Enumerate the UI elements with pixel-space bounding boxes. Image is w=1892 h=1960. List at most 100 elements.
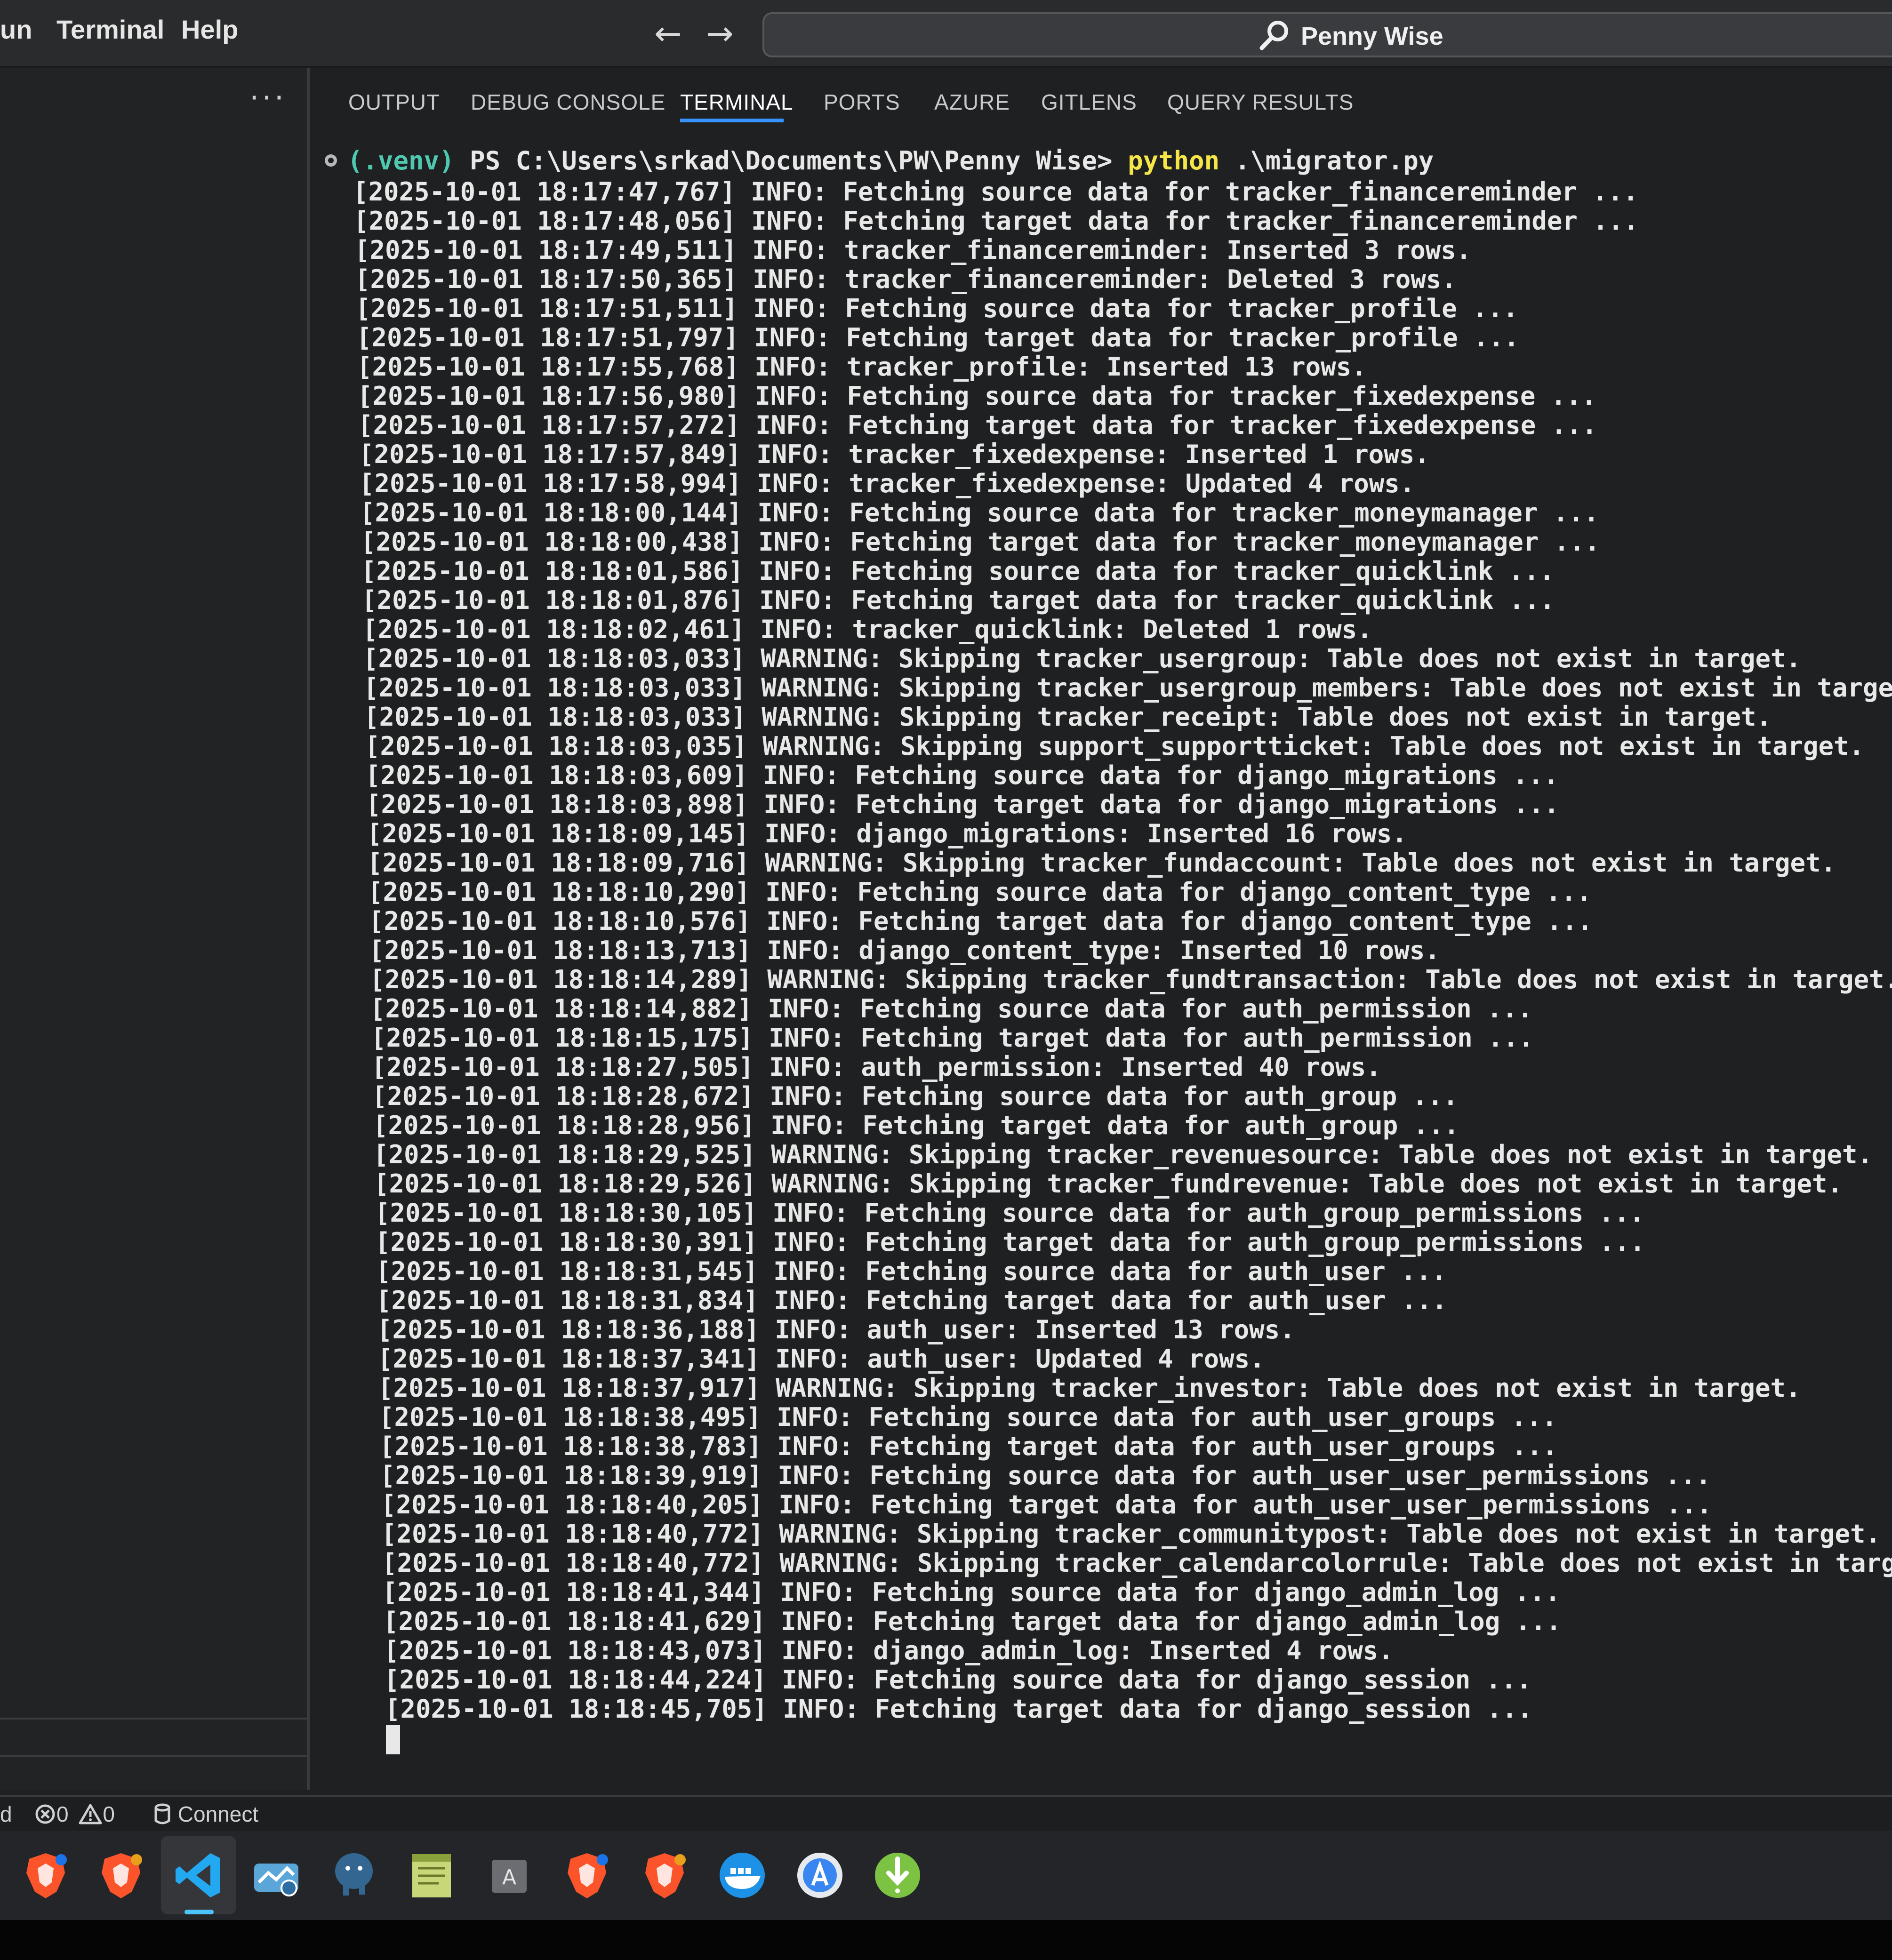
terminal-line: [2025-10-01 18:18:13,713] INFO: django_c… <box>369 936 1440 965</box>
terminal-line: [2025-10-01 18:18:14,882] INFO: Fetching… <box>370 994 1533 1024</box>
terminal-line: [2025-10-01 18:18:03,035] WARNING: Skipp… <box>365 731 1865 761</box>
font-viewer-icon[interactable]: A <box>483 1849 535 1901</box>
network-tool-icon[interactable] <box>250 1849 302 1901</box>
terminal-line: [2025-10-01 18:18:15,175] INFO: Fetching… <box>371 1023 1534 1053</box>
terminal-cursor <box>386 1725 400 1754</box>
tab-gitlens[interactable]: GITLENS <box>1041 89 1137 115</box>
terminal-line: [2025-10-01 18:18:30,391] INFO: Fetching… <box>375 1227 1645 1257</box>
venv-label: (.venv) <box>347 146 455 176</box>
terminal-prompt: (.venv) PS C:\Users\srkad\Documents\PW\P… <box>325 146 1434 176</box>
terminal-line: [2025-10-01 18:18:27,505] INFO: auth_per… <box>371 1052 1381 1082</box>
terminal-line: [2025-10-01 18:18:03,898] INFO: Fetching… <box>366 790 1559 819</box>
tab-query-results[interactable]: QUERY RESULTS <box>1167 89 1354 115</box>
prompt-path: PS C:\Users\srkad\Documents\PW\Penny Wis… <box>454 146 1128 176</box>
terminal-line: [2025-10-01 18:18:41,629] INFO: Fetching… <box>383 1607 1562 1636</box>
terminal-line: [2025-10-01 18:17:50,365] INFO: tracker_… <box>355 264 1457 294</box>
terminal-line: [2025-10-01 18:18:29,525] WARNING: Skipp… <box>373 1140 1873 1169</box>
tab-ports[interactable]: PORTS <box>824 89 900 115</box>
active-tab-underline <box>680 119 784 122</box>
torrent-icon[interactable] <box>872 1849 923 1901</box>
warning-icon <box>79 1804 102 1824</box>
terminal-line: [2025-10-01 18:18:38,495] INFO: Fetching… <box>379 1402 1557 1432</box>
error-count: 0 <box>56 1802 69 1826</box>
tab-azure[interactable]: AZURE <box>934 89 1010 115</box>
status-bar: d 0 0 Connect <box>0 1795 1892 1832</box>
terminal-line: [2025-10-01 18:18:10,576] INFO: Fetching… <box>369 906 1593 936</box>
docker-icon[interactable] <box>716 1849 768 1901</box>
more-actions-icon[interactable]: ··· <box>249 81 287 116</box>
terminal-line: [2025-10-01 18:18:03,033] WARNING: Skipp… <box>363 673 1892 703</box>
terminal-line: [2025-10-01 18:18:31,834] INFO: Fetching… <box>376 1286 1447 1315</box>
svg-text:A: A <box>502 1865 516 1889</box>
terminal-output[interactable]: (.venv) PS C:\Users\srkad\Documents\PW\P… <box>311 138 1892 1795</box>
title-bar: un Terminal Help ← → Penny Wise <box>0 0 1892 68</box>
postgresql-icon[interactable] <box>328 1849 380 1901</box>
brave-browser-icon[interactable] <box>95 1849 147 1901</box>
brave-browser-icon[interactable] <box>20 1849 72 1901</box>
terminal-line: [2025-10-01 18:18:29,526] WARNING: Skipp… <box>374 1169 1843 1199</box>
tab-output[interactable]: OUTPUT <box>348 89 440 115</box>
terminal-line: [2025-10-01 18:18:00,438] INFO: Fetching… <box>361 527 1600 557</box>
tab-debug-console[interactable]: DEBUG CONSOLE <box>471 89 665 115</box>
terminal-line: [2025-10-01 18:18:37,917] WARNING: Skipp… <box>378 1373 1801 1403</box>
forward-arrow-icon[interactable]: → <box>706 14 734 53</box>
connect-button[interactable]: Connect <box>153 1801 258 1827</box>
warning-count: 0 <box>103 1802 115 1826</box>
terminal-line: [2025-10-01 18:18:28,672] INFO: Fetching… <box>372 1081 1459 1111</box>
connect-label: Connect <box>177 1802 259 1826</box>
terminal-line: [2025-10-01 18:17:51,511] INFO: Fetching… <box>355 294 1518 323</box>
app-store-icon[interactable] <box>794 1849 846 1901</box>
terminal-line: [2025-10-01 18:18:09,716] WARNING: Skipp… <box>367 848 1836 878</box>
terminal-line: [2025-10-01 18:18:03,609] INFO: Fetching… <box>365 760 1559 790</box>
menu-help[interactable]: Help <box>181 14 238 45</box>
terminal-line: [2025-10-01 18:18:01,876] INFO: Fetching… <box>361 585 1555 615</box>
command-center-search[interactable]: Penny Wise <box>762 12 1892 57</box>
terminal-line: [2025-10-01 18:17:48,056] INFO: Fetching… <box>353 206 1639 236</box>
taskbar: A <box>0 1831 1892 1920</box>
terminal-line: [2025-10-01 18:18:01,586] INFO: Fetching… <box>361 556 1555 586</box>
terminal-line: [2025-10-01 18:18:40,772] WARNING: Skipp… <box>381 1519 1881 1549</box>
terminal-line: [2025-10-01 18:17:56,980] INFO: Fetching… <box>357 381 1597 411</box>
vscode-icon[interactable] <box>173 1849 224 1901</box>
brave-browser-icon[interactable] <box>639 1849 690 1901</box>
brave-browser-icon[interactable] <box>561 1849 613 1901</box>
database-icon <box>154 1803 170 1824</box>
terminal-line: [2025-10-01 18:18:43,073] INFO: django_a… <box>384 1636 1394 1665</box>
search-icon <box>1256 19 1294 55</box>
sidebar-divider <box>0 1718 307 1720</box>
active-app-indicator <box>184 1910 214 1914</box>
terminal-line: [2025-10-01 18:18:40,205] INFO: Fetching… <box>381 1490 1712 1520</box>
terminal-line: [2025-10-01 18:18:36,188] INFO: auth_use… <box>377 1315 1295 1344</box>
back-arrow-icon[interactable]: ← <box>654 14 682 53</box>
terminal-line: [2025-10-01 18:17:47,767] INFO: Fetching… <box>353 177 1638 207</box>
terminal-line: [2025-10-01 18:18:44,224] INFO: Fetching… <box>384 1665 1532 1695</box>
tab-terminal[interactable]: TERMINAL <box>680 89 794 115</box>
prompt-args: .\migrator.py <box>1219 146 1434 176</box>
menu-run[interactable]: un <box>0 14 32 45</box>
notepad-icon[interactable] <box>406 1849 457 1901</box>
status-fragment: d <box>0 1802 12 1826</box>
terminal-line: [2025-10-01 18:17:51,797] INFO: Fetching… <box>356 323 1519 352</box>
terminal-line: [2025-10-01 18:17:49,511] INFO: tracker_… <box>354 235 1472 265</box>
sidebar: ··· <box>0 68 310 1790</box>
terminal-line: [2025-10-01 18:17:58,994] INFO: tracker_… <box>359 469 1415 498</box>
terminal-line: [2025-10-01 18:18:30,105] INFO: Fetching… <box>375 1198 1645 1228</box>
terminal-line: [2025-10-01 18:17:55,768] INFO: tracker_… <box>357 352 1367 382</box>
sidebar-divider <box>0 1755 307 1757</box>
prompt-command: python <box>1128 146 1220 176</box>
terminal-line: [2025-10-01 18:18:39,919] INFO: Fetching… <box>380 1461 1711 1490</box>
terminal-line: [2025-10-01 18:18:28,956] INFO: Fetching… <box>373 1111 1459 1140</box>
terminal-line: [2025-10-01 18:18:10,290] INFO: Fetching… <box>368 877 1592 907</box>
terminal-line: [2025-10-01 18:18:14,289] WARNING: Skipp… <box>369 965 1892 994</box>
problems-indicator[interactable]: 0 0 <box>34 1801 115 1827</box>
error-icon <box>35 1804 55 1824</box>
terminal-line: [2025-10-01 18:17:57,272] INFO: Fetching… <box>358 410 1597 440</box>
terminal-line: [2025-10-01 18:17:57,849] INFO: tracker_… <box>359 440 1430 469</box>
menu-terminal[interactable]: Terminal <box>56 14 164 45</box>
terminal-line: [2025-10-01 18:18:45,705] INFO: Fetching… <box>385 1694 1533 1724</box>
terminal-line: [2025-10-01 18:18:31,545] INFO: Fetching… <box>376 1256 1447 1286</box>
command-status-icon <box>325 154 337 167</box>
terminal-line: [2025-10-01 18:18:41,344] INFO: Fetching… <box>382 1577 1561 1607</box>
terminal-line: [2025-10-01 18:18:40,772] WARNING: Skipp… <box>382 1548 1892 1578</box>
terminal-line: [2025-10-01 18:18:09,145] INFO: django_m… <box>367 819 1407 848</box>
